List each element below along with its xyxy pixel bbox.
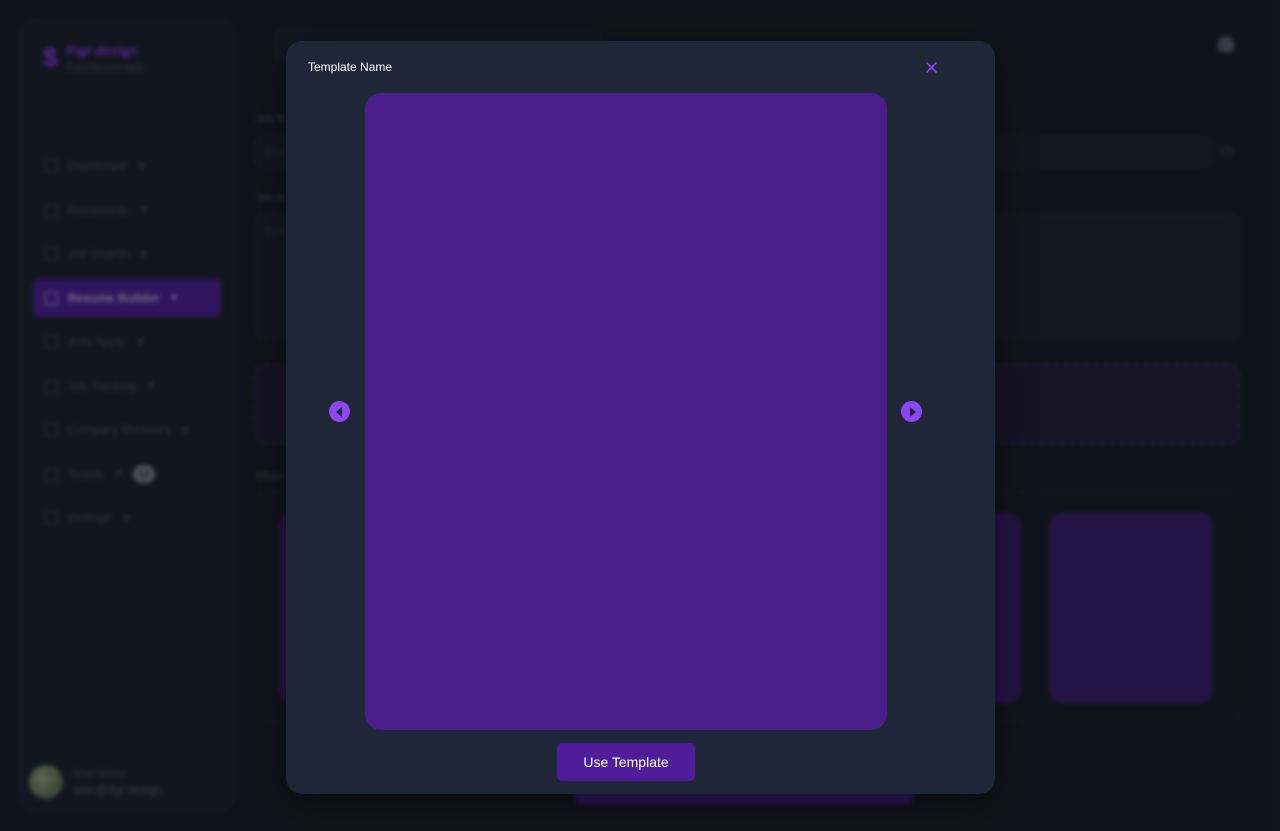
chevron-right-icon [909, 406, 916, 417]
chevron-left-icon [335, 406, 342, 417]
close-button[interactable] [922, 58, 940, 76]
next-template-button[interactable] [901, 401, 922, 422]
modal-title: Template Name [308, 60, 393, 74]
template-preview-modal: Template Name Use Template [286, 41, 995, 794]
previous-template-button[interactable] [329, 401, 350, 422]
use-template-button[interactable]: Use Template [557, 743, 695, 781]
close-icon [925, 61, 937, 73]
template-preview [365, 93, 887, 730]
